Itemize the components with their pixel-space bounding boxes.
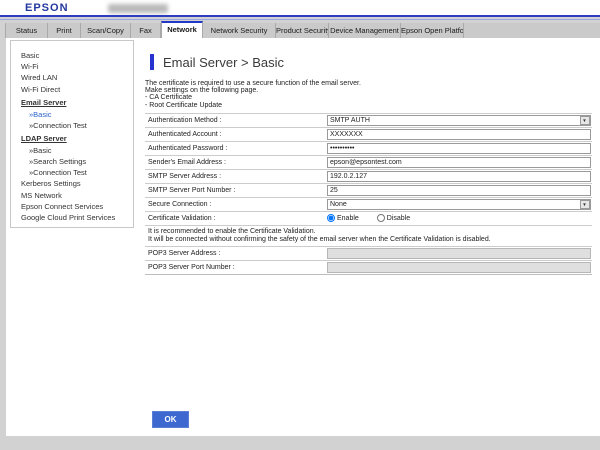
chevron-down-icon[interactable]: ▼ (580, 200, 590, 209)
smtp-server-address-input[interactable] (327, 171, 591, 182)
enable-radio[interactable] (327, 214, 335, 222)
enable-radio-label: Enable (337, 215, 359, 222)
sidebar-item-email-basic[interactable]: »Basic (11, 110, 133, 119)
disable-radio-label: Disable (387, 215, 410, 222)
field-label: Secure Connection : (145, 201, 327, 208)
note-line: It is recommended to enable the Certific… (148, 228, 592, 236)
form-row-pop3-server-port: POP3 Server Port Number : (145, 260, 592, 274)
title-accent-bar (150, 54, 154, 70)
selected-value: None (328, 201, 347, 208)
main-tabbar: Status Print Scan/Copy Fax Network Netwo… (5, 21, 600, 38)
form-row-smtp-server-port: SMTP Server Port Number : (145, 183, 592, 197)
authentication-method-select[interactable]: SMTP AUTH ▼ (327, 115, 591, 126)
disable-radio[interactable] (377, 214, 385, 222)
sidebar-item-wifi[interactable]: Wi-Fi (11, 62, 133, 71)
tab-device-management[interactable]: Device Management (329, 23, 401, 38)
smtp-server-port-input[interactable] (327, 185, 591, 196)
page-description: The certificate is required to use a sec… (145, 80, 592, 109)
sidebar-item-google-cloud-print-services[interactable]: Google Cloud Print Services (11, 213, 133, 222)
field-label: Authentication Method : (145, 117, 327, 124)
form-row-pop3-server-address: POP3 Server Address : (145, 246, 592, 260)
tab-print[interactable]: Print (48, 23, 81, 38)
field-label: SMTP Server Address : (145, 173, 327, 180)
epson-logo: EPSON (25, 2, 69, 14)
sidebar-item-ldap-basic[interactable]: »Basic (11, 146, 133, 155)
form-row-secure-connection: Secure Connection : None ▼ (145, 197, 592, 211)
form-row-smtp-server-address: SMTP Server Address : (145, 169, 592, 183)
form-row-authentication-method: Authentication Method : SMTP AUTH ▼ (145, 113, 592, 127)
field-label: Authenticated Account : (145, 131, 327, 138)
sidebar-section-email-server[interactable]: Email Server (11, 98, 133, 107)
sidebar-item-wifi-direct[interactable]: Wi-Fi Direct (11, 85, 133, 94)
model-name-redacted (108, 4, 168, 13)
tab-network-security[interactable]: Network Security (203, 23, 276, 38)
sidebar-item-ms-network[interactable]: MS Network (11, 191, 133, 200)
tab-epson-open-platform[interactable]: Epson Open Platform (401, 23, 464, 38)
sidebar-item-email-connection-test[interactable]: »Connection Test (11, 121, 133, 130)
selected-value: SMTP AUTH (328, 117, 370, 124)
form-row-sender-email: Sender's Email Address : (145, 155, 592, 169)
authenticated-account-input[interactable] (327, 129, 591, 140)
content-area: Basic Wi-Fi Wired LAN Wi-Fi Direct Email… (6, 38, 600, 436)
page-title-row: Email Server > Basic (145, 54, 592, 70)
app-header: EPSON (0, 0, 600, 15)
authenticated-password-input[interactable] (327, 143, 591, 154)
sidebar-item-ldap-connection-test[interactable]: »Connection Test (11, 168, 133, 177)
tab-network[interactable]: Network (161, 21, 203, 38)
description-line: Make settings on the following page. (145, 87, 592, 94)
note-line: It will be connected without confirming … (148, 236, 592, 244)
ok-button[interactable]: OK (152, 411, 189, 428)
pop3-server-port-input (327, 262, 591, 273)
field-label: POP3 Server Port Number : (145, 264, 327, 271)
header-divider (0, 15, 600, 17)
main-panel: Email Server > Basic The certificate is … (145, 38, 592, 275)
field-label: POP3 Server Address : (145, 250, 327, 257)
email-server-form: Authentication Method : SMTP AUTH ▼ Auth… (145, 113, 592, 275)
field-label: Certificate Validation : (145, 215, 327, 222)
tab-fax[interactable]: Fax (131, 23, 161, 38)
sidebar-section-ldap-server[interactable]: LDAP Server (11, 134, 133, 143)
certificate-validation-radio-group: Enable Disable (327, 214, 428, 222)
sidebar-item-wired-lan[interactable]: Wired LAN (11, 73, 133, 82)
form-row-authenticated-account: Authenticated Account : (145, 127, 592, 141)
sidebar-item-ldap-search-settings[interactable]: »Search Settings (11, 157, 133, 166)
sender-email-input[interactable] (327, 157, 591, 168)
network-sidebar: Basic Wi-Fi Wired LAN Wi-Fi Direct Email… (10, 40, 134, 228)
description-line: - Root Certificate Update (145, 102, 592, 109)
tab-scan-copy[interactable]: Scan/Copy (81, 23, 131, 38)
sidebar-item-basic[interactable]: Basic (11, 51, 133, 60)
description-line: - CA Certificate (145, 94, 592, 101)
field-label: SMTP Server Port Number : (145, 187, 327, 194)
tab-status[interactable]: Status (5, 23, 48, 38)
form-row-authenticated-password: Authenticated Password : (145, 141, 592, 155)
header-divider-thin (0, 19, 600, 20)
sidebar-item-epson-connect-services[interactable]: Epson Connect Services (11, 202, 133, 211)
chevron-down-icon[interactable]: ▼ (580, 116, 590, 125)
pop3-server-address-input (327, 248, 591, 259)
sidebar-item-kerberos-settings[interactable]: Kerberos Settings (11, 179, 133, 188)
field-label: Authenticated Password : (145, 145, 327, 152)
description-line: The certificate is required to use a sec… (145, 80, 592, 87)
page-title: Email Server > Basic (163, 55, 284, 70)
secure-connection-select[interactable]: None ▼ (327, 199, 591, 210)
certificate-validation-note: It is recommended to enable the Certific… (145, 225, 592, 246)
tabbar-filler (464, 23, 600, 38)
form-row-certificate-validation: Certificate Validation : Enable Disable (145, 211, 592, 225)
field-label: Sender's Email Address : (145, 159, 327, 166)
tab-product-security[interactable]: Product Security (276, 23, 329, 38)
